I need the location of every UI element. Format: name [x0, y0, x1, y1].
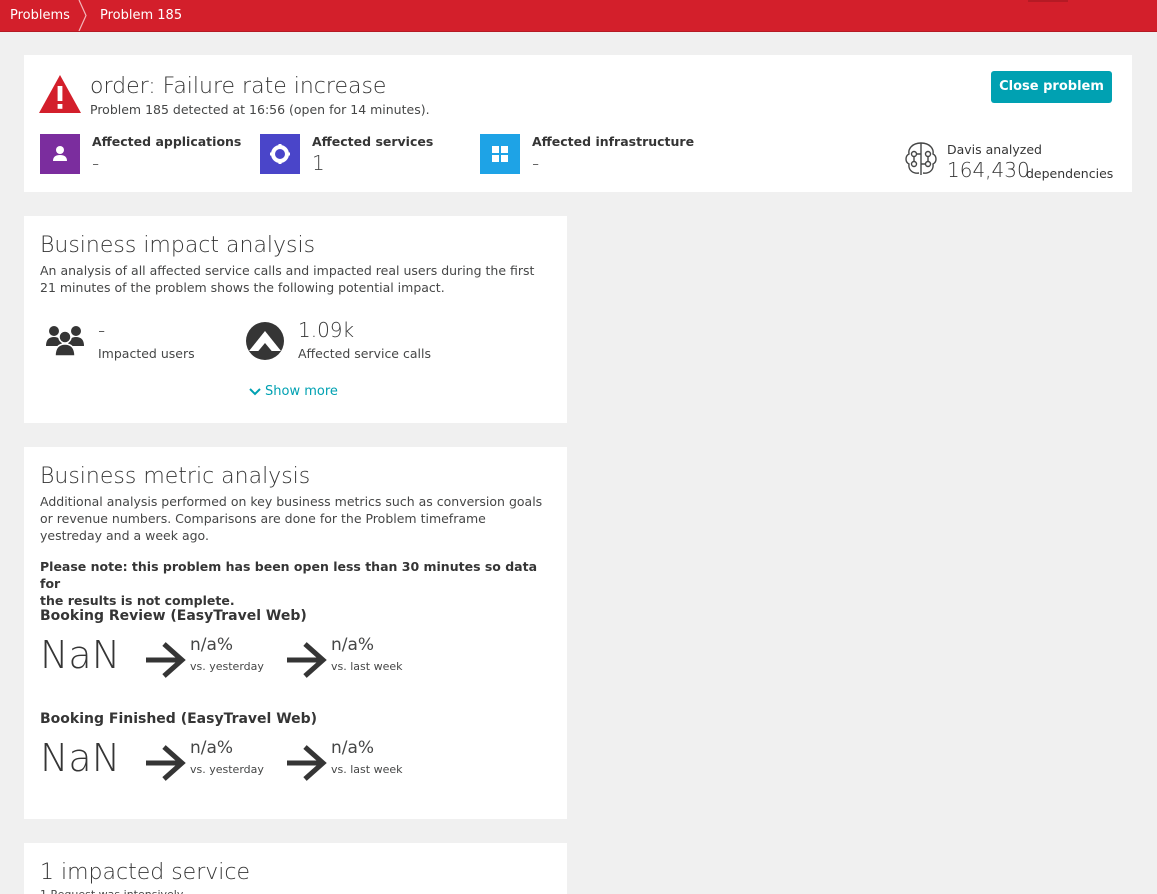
affected-applications-value[interactable]: -: [92, 151, 99, 175]
service-gear-icon[interactable]: [260, 134, 300, 174]
arrow-right-icon: [146, 642, 186, 678]
metric-value: NaN: [40, 736, 121, 780]
davis-label: Davis analyzed: [947, 142, 1042, 157]
warning-icon: [39, 75, 81, 113]
davis-value: 164,430: [947, 158, 1030, 182]
metric-name: Booking Review (EasyTravel Web): [40, 608, 307, 624]
topbar-indicator: [1028, 0, 1068, 2]
business-impact-desc-1: An analysis of all affected service call…: [40, 263, 535, 278]
show-more-label: Show more: [265, 384, 338, 399]
business-metric-desc-1: Additional analysis performed on key bus…: [40, 494, 543, 509]
affected-applications-label: Affected applications: [92, 134, 242, 149]
metric-vs-week-value: n/a%: [331, 738, 375, 758]
chevron-down-icon: [249, 387, 261, 395]
arrow-right-icon: [287, 745, 327, 781]
metric-vs-yesterday-value: n/a%: [190, 738, 234, 758]
business-metric-desc-3: yestreday and a week ago.: [40, 528, 209, 543]
top-breadcrumb-bar: Problems Problem 185: [0, 0, 1157, 32]
problem-title: order: Failure rate increase: [90, 74, 387, 99]
affected-services-label: Affected services: [312, 134, 434, 149]
davis-brain-icon: [905, 142, 937, 175]
metric-vs-week-value: n/a%: [331, 635, 375, 655]
metric-value: NaN: [40, 633, 121, 677]
service-calls-icon: [246, 322, 284, 360]
application-icon[interactable]: [40, 134, 80, 174]
affected-services-value[interactable]: 1: [312, 151, 325, 175]
davis-unit: dependencies: [1026, 166, 1114, 181]
affected-infrastructure-value[interactable]: -: [532, 151, 539, 175]
show-more-link[interactable]: Show more: [249, 384, 338, 399]
arrow-right-icon: [287, 642, 327, 678]
breadcrumb-separator-icon: [78, 0, 87, 31]
incomplete-data-note: Please note: this problem has been open …: [40, 558, 550, 609]
note-line-1: Please note: this problem has been open …: [40, 559, 538, 591]
metric-vs-week-label: vs. last week: [331, 660, 403, 673]
note-line-2: the results is not complete.: [40, 593, 235, 608]
affected-calls-value: 1.09k: [298, 318, 355, 342]
business-metric-title: Business metric analysis: [40, 464, 311, 489]
impacted-service-subtitle: 1 Request was intensively...: [40, 886, 192, 894]
users-icon: [46, 326, 84, 357]
impacted-service-title: 1 impacted service: [40, 860, 250, 885]
arrow-right-icon: [146, 745, 186, 781]
metric-vs-week-label: vs. last week: [331, 763, 403, 776]
close-problem-button[interactable]: Close problem: [991, 71, 1112, 103]
metric-vs-yesterday-value: n/a%: [190, 635, 234, 655]
business-impact-desc-2: 21 minutes of the problem shows the foll…: [40, 280, 445, 295]
affected-infrastructure-label: Affected infrastructure: [532, 134, 695, 149]
metric-name: Booking Finished (EasyTravel Web): [40, 711, 318, 727]
infrastructure-icon[interactable]: [480, 134, 520, 174]
breadcrumb-current: Problem 185: [100, 8, 183, 23]
impacted-users-label: Impacted users: [98, 346, 195, 361]
metric-vs-yesterday-label: vs. yesterday: [190, 660, 264, 673]
affected-calls-label: Affected service calls: [298, 346, 431, 361]
impacted-users-value: -: [98, 318, 106, 342]
breadcrumb-problems[interactable]: Problems: [10, 0, 70, 31]
business-impact-title: Business impact analysis: [40, 233, 316, 258]
problem-subtitle: Problem 185 detected at 16:56 (open for …: [90, 102, 430, 117]
business-metric-desc-2: or revenue numbers. Comparisons are done…: [40, 511, 486, 526]
metric-vs-yesterday-label: vs. yesterday: [190, 763, 264, 776]
